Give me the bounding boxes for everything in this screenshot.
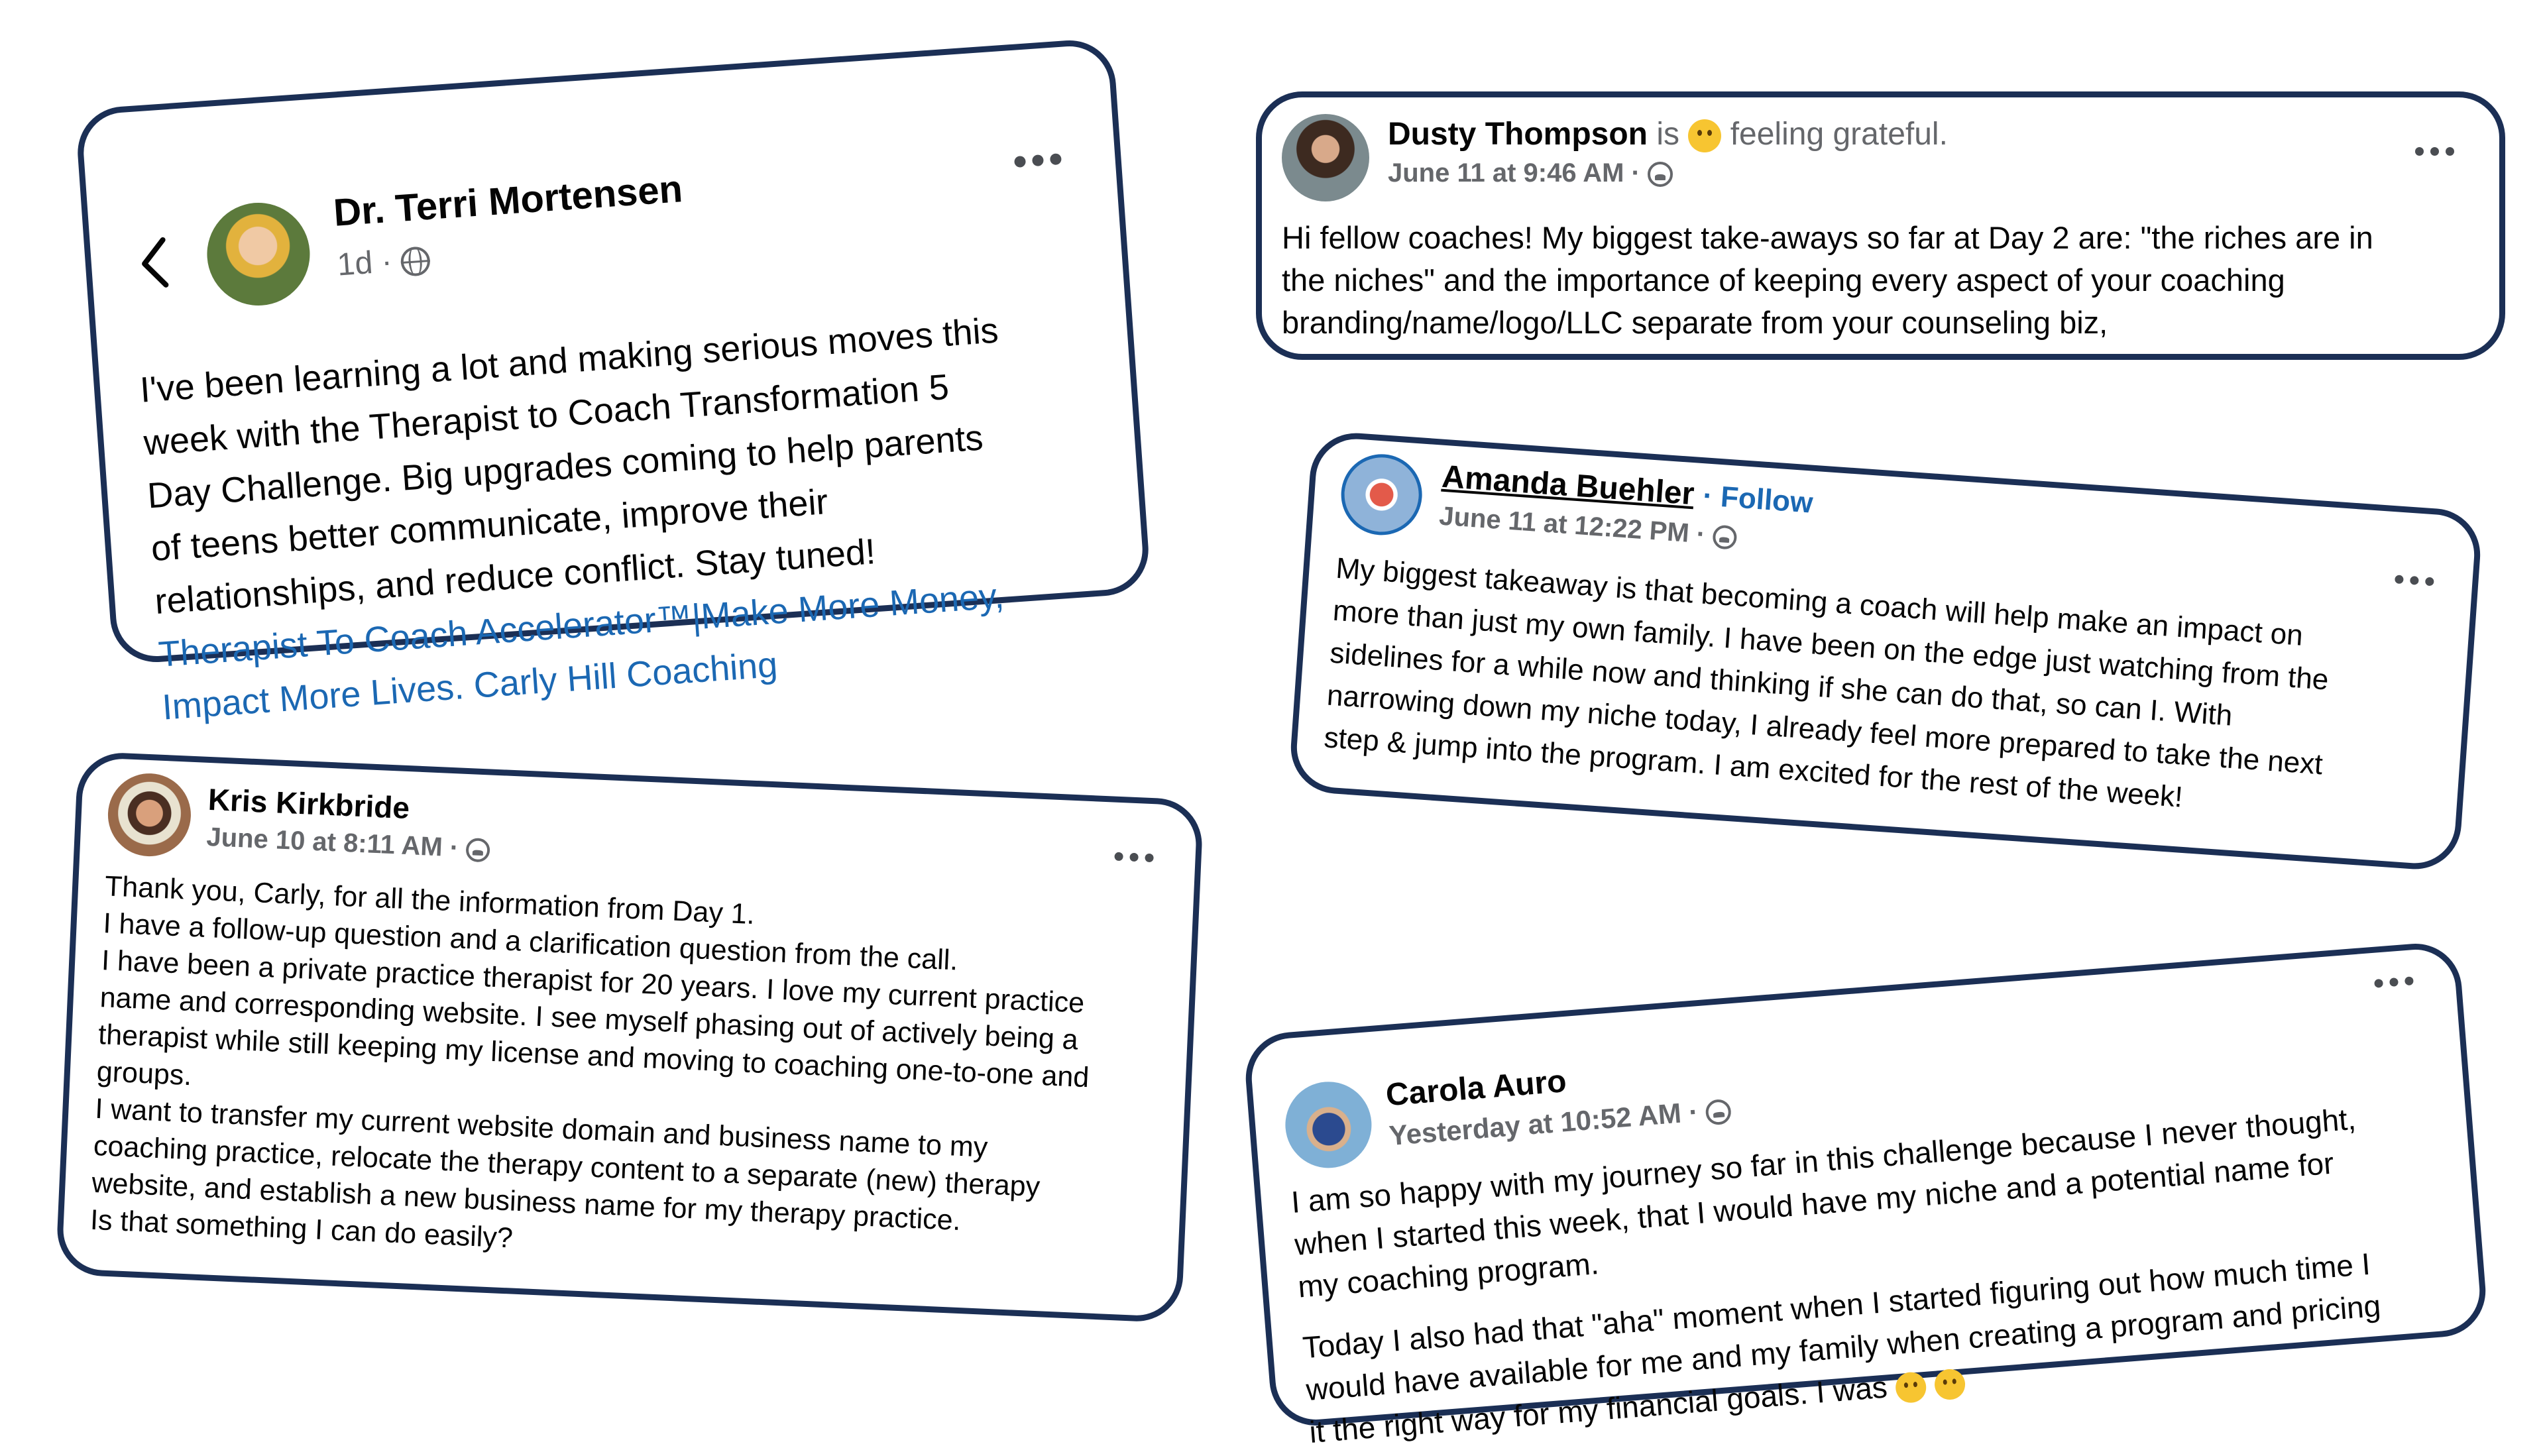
post-body: I am so happy with my journey so far in … (1290, 1101, 2382, 1449)
post-timestamp[interactable]: June 11 at 9:46 AM · (1388, 158, 1673, 188)
post-card-terri: Dr. Terri Mortensen 1d · I've been learn… (74, 37, 1152, 728)
post-card-dusty: Dusty Thompson is feeling grateful. June… (1256, 91, 2505, 360)
post-timestamp[interactable]: 1d · (336, 241, 431, 284)
group-icon (1705, 1098, 1732, 1126)
more-options-icon[interactable] (1114, 852, 1154, 863)
post-card-kris: Kris Kirkbride June 10 at 8:11 AM · Than… (55, 751, 1204, 1323)
author-name[interactable]: Kris Kirkbride (207, 781, 410, 826)
post-body: Hi fellow coaches! My biggest take-aways… (1282, 220, 2373, 340)
author-name[interactable]: Carola Auro (1385, 1063, 1567, 1113)
group-icon (1648, 162, 1673, 188)
more-options-icon[interactable] (2415, 147, 2454, 156)
mind-blown-emoji-icon (1894, 1371, 1928, 1404)
more-options-icon[interactable] (2394, 575, 2434, 587)
author-name[interactable]: Dr. Terri Mortensen (332, 166, 684, 235)
avatar[interactable] (106, 771, 193, 858)
group-icon (1711, 524, 1738, 551)
avatar[interactable] (1338, 451, 1425, 538)
post-card-carola: Carola Auro Yesterday at 10:52 AM · I am… (1242, 940, 2489, 1449)
post-card-amanda: Amanda Buehler · Follow June 11 at 12:22… (1288, 429, 2483, 873)
post-body: Thank you, Carly, for all the informatio… (89, 870, 1090, 1255)
avatar[interactable] (1282, 1078, 1375, 1172)
globe-icon (400, 246, 431, 278)
avatar[interactable] (1282, 114, 1369, 201)
grateful-emoji-icon (1688, 119, 1722, 153)
more-options-icon[interactable] (2374, 976, 2414, 988)
group-icon (465, 838, 490, 863)
post-body: My biggest takeaway is that becoming a c… (1323, 551, 2330, 814)
back-arrow-icon[interactable] (136, 235, 172, 290)
author-name[interactable]: Dusty Thompson is feeling grateful. (1388, 116, 1948, 153)
post-body: I've been learning a lot and making seri… (139, 304, 1023, 734)
avatar[interactable] (203, 199, 313, 309)
follow-link[interactable]: · Follow (1702, 479, 1814, 519)
more-options-icon[interactable] (1013, 153, 1062, 168)
post-timestamp[interactable]: June 10 at 8:11 AM · (206, 822, 491, 865)
smiling-emoji-icon (1933, 1368, 1966, 1401)
